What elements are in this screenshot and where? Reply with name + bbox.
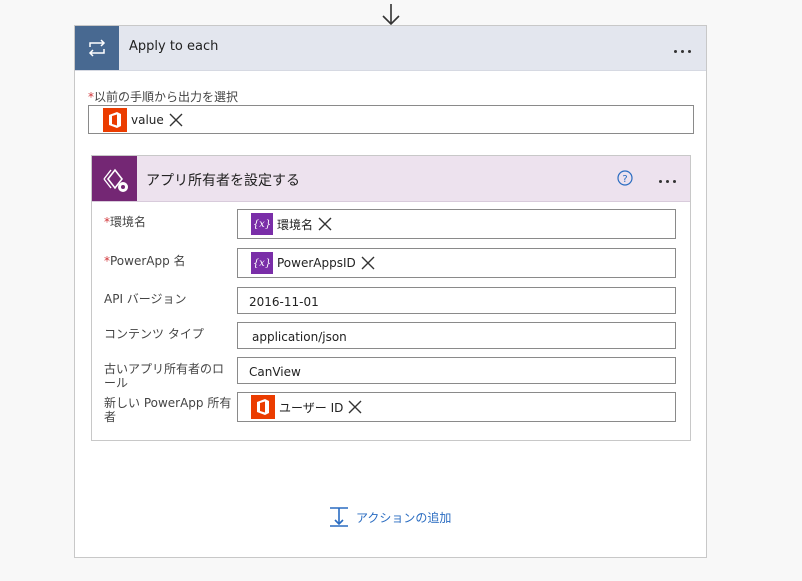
api-version-label: API バージョン [104,292,187,306]
powerapp-name-field[interactable]: {x} PowerAppsID [237,248,676,278]
old-owner-role-value: CanView [249,365,301,379]
environment-field[interactable]: {x} 環境名 [237,209,676,239]
more-options-icon[interactable] [657,173,678,183]
token-label: ユーザー ID [279,400,344,415]
powerapp-name-label: *PowerApp 名 [104,254,186,268]
token-label: value [131,113,164,127]
loop-icon [75,26,119,70]
set-app-owner-header[interactable]: アプリ所有者を設定する ? [92,156,690,202]
old-owner-role-label: 古いアプリ所有者のロール [104,362,225,390]
arrow-down-icon [382,4,400,26]
add-action-icon [330,507,348,527]
more-options-icon[interactable] [672,43,693,53]
content-type-value: application/json [252,330,347,344]
variable-icon: {x} [251,213,273,235]
api-version-value: 2016-11-01 [249,295,319,309]
add-action-button[interactable]: アクションの追加 [328,506,451,528]
apply-to-each-title: Apply to each [129,39,219,54]
close-icon[interactable] [348,400,362,414]
user-id-token[interactable]: ユーザー ID [251,395,362,419]
close-icon[interactable] [318,217,332,231]
variable-icon: {x} [251,252,273,274]
content-type-field[interactable]: application/json [237,322,676,349]
apply-to-each-header[interactable]: Apply to each [75,26,706,71]
powerapps-icon [92,156,137,201]
powerapps-id-token[interactable]: {x} PowerAppsID [251,251,375,275]
old-owner-role-field[interactable]: CanView [237,357,676,384]
office-icon [251,395,275,419]
new-owner-label: 新しい PowerApp 所有者 [104,396,232,424]
select-output-label-text: 以前の手順から出力を選択 [94,90,239,104]
environment-label-text: 環境名 [110,215,147,229]
help-icon[interactable]: ? [617,170,633,186]
office-icon [103,108,127,132]
add-action-label: アクションの追加 [356,510,452,525]
apply-to-each-card: Apply to each *以前の手順から出力を選択 value アプリ所有者… [74,25,707,558]
new-owner-field[interactable]: ユーザー ID [237,392,676,422]
close-icon[interactable] [169,113,183,127]
environment-label: *環境名 [104,215,146,229]
set-app-owner-title: アプリ所有者を設定する [146,173,300,189]
token-label: PowerAppsID [277,256,356,270]
api-version-field[interactable]: 2016-11-01 [237,287,676,314]
select-output-field[interactable]: value [88,105,694,134]
token-label: 環境名 [277,217,314,232]
value-token[interactable]: value [103,108,183,132]
select-output-label: *以前の手順から出力を選択 [88,90,238,104]
close-icon[interactable] [361,256,375,270]
environment-token[interactable]: {x} 環境名 [251,212,332,236]
set-app-owner-card: アプリ所有者を設定する ? *環境名 {x} 環境名 *PowerApp 名 {… [91,155,691,441]
content-type-label: コンテンツ タイプ [104,327,204,341]
powerapp-name-label-text: PowerApp 名 [110,254,186,268]
svg-text:?: ? [622,174,627,185]
